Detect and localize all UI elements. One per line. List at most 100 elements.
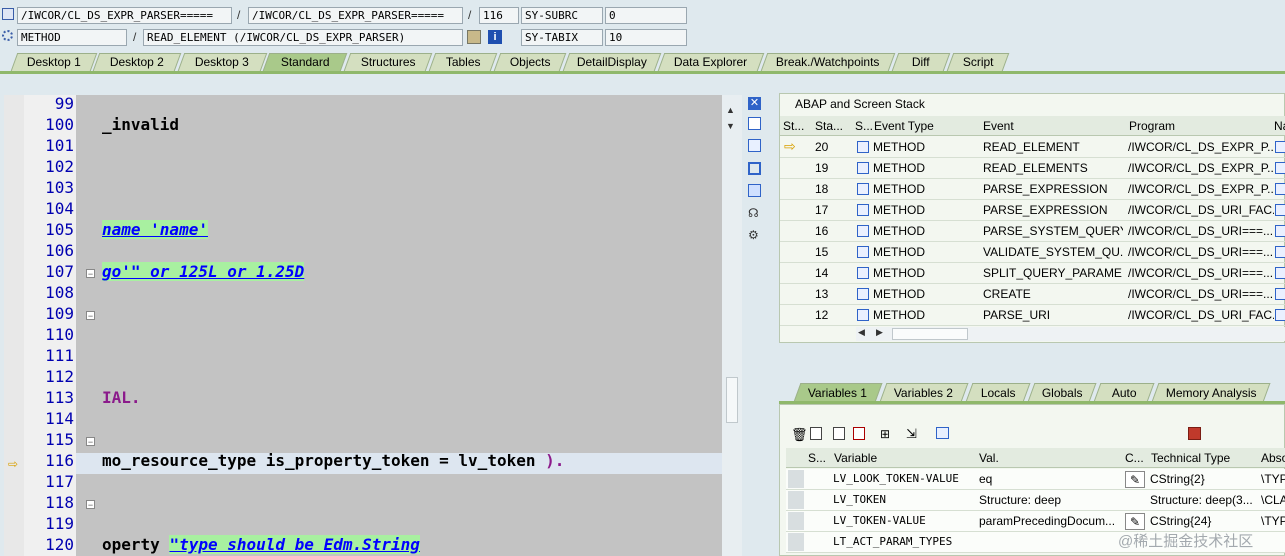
editor-scrollbar[interactable]: ▲ ▼ [722,95,742,556]
edit-value-icon[interactable]: ✎ [1125,513,1145,530]
source-icon[interactable] [857,288,869,300]
source-icon[interactable] [857,246,869,258]
event-field[interactable]: READ_ELEMENT (/IWCOR/CL_DS_EXPR_PARSER) [143,29,463,46]
tab-auto[interactable]: Auto [1093,383,1155,402]
tab-structures[interactable]: Structures [343,53,433,71]
variable-name[interactable]: LT_ACT_PARAM_TYPES [833,532,975,552]
navigate-icon[interactable] [1275,183,1285,195]
variable-name[interactable]: LV_TOKEN-VALUE [833,511,975,531]
copy-icon[interactable] [748,139,761,152]
scroll-thumb[interactable] [892,328,968,340]
sysvar-value-field[interactable]: 0 [605,7,687,24]
col-header[interactable]: St... [783,116,811,136]
settings-icon[interactable]: ⚙ [748,228,759,242]
variable-name[interactable]: LV_LOOK_TOKEN-VALUE [833,469,975,489]
source-icon[interactable] [857,162,869,174]
insert-row-icon[interactable] [810,427,822,440]
tab-desktop-1[interactable]: Desktop 1 [10,53,98,71]
navigate-icon[interactable] [1275,225,1285,237]
scroll-left-icon[interactable]: ◀ [858,327,865,338]
display-object-icon[interactable] [467,30,481,44]
col-header[interactable]: Val. [979,448,1119,468]
headset-icon[interactable]: ☊ [748,206,759,220]
col-header[interactable]: S... [808,448,832,468]
tab-diff[interactable]: Diff [891,53,951,71]
tab-detaildisplay[interactable]: DetailDisplay [562,53,662,71]
col-header[interactable]: Event [983,116,1123,136]
save-icon[interactable] [1188,427,1201,440]
scroll-thumb[interactable] [726,377,738,423]
tab-locals[interactable]: Locals [965,383,1031,402]
col-header[interactable]: Na [1274,116,1285,136]
gear-icon[interactable] [2,30,13,41]
source-icon[interactable] [857,141,869,153]
col-header[interactable]: Technical Type [1151,448,1257,468]
tab-variables-2[interactable]: Variables 2 [879,383,969,402]
sysvar-name-field-2[interactable]: SY-TABIX [521,29,603,46]
tab-variables-1[interactable]: Variables 1 [793,383,883,402]
row-selector[interactable] [788,470,804,488]
event-type-field[interactable]: METHOD [17,29,127,46]
source-icon[interactable] [857,183,869,195]
col-header[interactable]: C... [1125,448,1147,468]
row-selector[interactable] [788,512,804,530]
tab-tables[interactable]: Tables [428,53,498,71]
col-header[interactable]: Variable [834,448,974,468]
navigate-icon[interactable]: ⇲ [906,426,917,442]
program-field-2[interactable]: /IWCOR/CL_DS_EXPR_PARSER===== [248,7,463,24]
line-field[interactable]: 116 [479,7,519,24]
swap-icon[interactable] [748,184,761,197]
source-icon[interactable] [857,267,869,279]
fold-toggle-icon[interactable]: − [86,311,95,321]
source-editor[interactable]: 99 100 _invalid 101 102 103 104 105 name 'name' 1… [4,95,742,556]
source-icon[interactable] [857,309,869,321]
close-icon[interactable]: ✕ [748,97,761,110]
tab-globals[interactable]: Globals [1027,383,1097,402]
col-header[interactable]: Abso [1261,448,1285,468]
tab-desktop-3[interactable]: Desktop 3 [177,53,268,71]
col-header[interactable]: Program [1129,116,1269,136]
col-header[interactable]: S... [855,116,873,136]
scroll-up-icon[interactable]: ▲ [726,105,735,115]
hscroll[interactable]: ◀ ▶ [856,327,1285,341]
navigate-icon[interactable] [1275,309,1285,321]
info-icon[interactable]: i [488,30,502,44]
fold-toggle-icon[interactable]: − [86,437,95,447]
col-header[interactable]: Event Type [874,116,974,136]
row-selector[interactable] [788,491,804,509]
maximize-icon[interactable] [748,162,761,175]
edit-value-icon[interactable]: ✎ [1125,471,1145,488]
fold-toggle-icon[interactable]: − [86,269,95,279]
source-icon[interactable] [857,225,869,237]
list-icon[interactable] [2,8,14,20]
scroll-down-icon[interactable]: ▼ [726,121,735,131]
delete-row-icon[interactable] [853,427,865,440]
delete-icon[interactable]: 🗑 [791,427,808,443]
tab-objects[interactable]: Objects [493,53,567,71]
navigate-icon[interactable] [1275,204,1285,216]
append-row-icon[interactable] [833,427,845,440]
tab-breakpoints[interactable]: Break./Watchpoints [760,53,896,71]
fold-toggle-icon[interactable]: − [86,500,95,510]
navigate-icon[interactable] [1275,267,1285,279]
variable-name[interactable]: LV_TOKEN [833,490,975,510]
tree-icon[interactable]: ⊞ [880,427,890,441]
source-icon[interactable] [857,204,869,216]
tab-script[interactable]: Script [946,53,1010,71]
tab-standard[interactable]: Standard [262,53,348,71]
navigate-icon[interactable] [1275,141,1285,153]
tab-memory-analysis[interactable]: Memory Analysis [1151,383,1271,402]
navigate-icon[interactable] [1275,246,1285,258]
select-icon[interactable] [936,427,949,439]
navigate-icon[interactable] [1275,162,1285,174]
scroll-right-icon[interactable]: ▶ [876,327,883,338]
col-header[interactable]: Sta... [815,116,851,136]
tab-desktop-2[interactable]: Desktop 2 [92,53,182,71]
navigate-icon[interactable] [1275,288,1285,300]
sysvar-value-field-2[interactable]: 10 [605,29,687,46]
row-selector[interactable] [788,533,804,551]
sysvar-name-field[interactable]: SY-SUBRC [521,7,603,24]
tab-data-explorer[interactable]: Data Explorer [657,53,765,71]
program-field-1[interactable]: /IWCOR/CL_DS_EXPR_PARSER===== [17,7,232,24]
new-window-icon[interactable] [748,117,761,130]
